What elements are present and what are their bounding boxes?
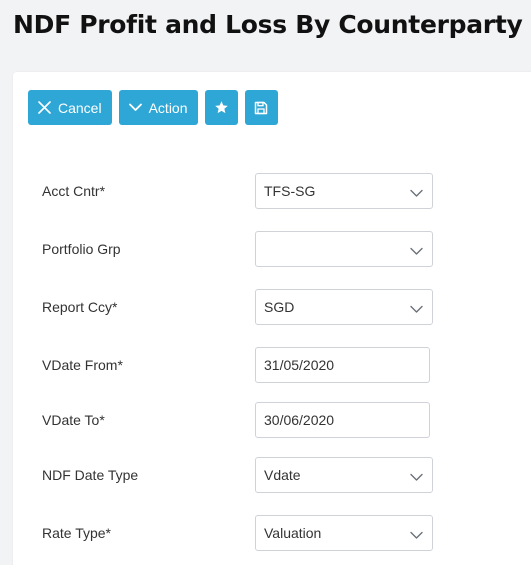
acct-cntr-value: TFS-SG: [264, 183, 316, 199]
chevron-down-icon: [410, 185, 423, 201]
report-ccy-label: Report Ccy*: [42, 299, 118, 315]
chevron-down-icon: [410, 469, 423, 485]
star-icon: [214, 100, 229, 115]
chevron-down-icon: [128, 103, 142, 112]
save-icon: [254, 101, 268, 115]
form-card: Cancel Action Acct Cntr* TFS-SG Portfoli…: [13, 72, 531, 565]
ndf-date-type-value: Vdate: [264, 467, 301, 483]
toolbar: Cancel Action: [28, 90, 278, 125]
cancel-label: Cancel: [58, 99, 102, 116]
report-ccy-value: SGD: [264, 299, 295, 315]
vdate-from-input[interactable]: 31/05/2020: [255, 347, 430, 383]
vdate-to-value: 30/06/2020: [264, 412, 335, 428]
save-button[interactable]: [244, 90, 278, 125]
acct-cntr-select[interactable]: TFS-SG: [255, 173, 433, 209]
rate-type-label: Rate Type*: [42, 525, 112, 541]
report-ccy-select[interactable]: SGD: [255, 289, 433, 325]
chevron-down-icon: [410, 243, 423, 259]
rate-type-select[interactable]: Valuation: [255, 515, 433, 551]
action-button[interactable]: Action: [118, 90, 198, 125]
vdate-to-input[interactable]: 30/06/2020: [255, 402, 430, 438]
cancel-button[interactable]: Cancel: [28, 90, 112, 125]
rate-type-value: Valuation: [264, 525, 322, 541]
chevron-down-icon: [410, 301, 423, 317]
page-title: NDF Profit and Loss By Counterparty: [13, 10, 523, 39]
acct-cntr-label: Acct Cntr*: [42, 183, 106, 199]
vdate-from-label: VDate From*: [42, 357, 123, 373]
portfolio-grp-select[interactable]: [255, 231, 433, 267]
chevron-down-icon: [410, 527, 423, 543]
portfolio-grp-label: Portfolio Grp: [42, 241, 121, 257]
vdate-to-label: VDate To*: [42, 412, 105, 428]
ndf-date-type-label: NDF Date Type: [42, 467, 139, 483]
action-label: Action: [148, 99, 188, 116]
ndf-date-type-select[interactable]: Vdate: [255, 457, 433, 493]
vdate-from-value: 31/05/2020: [264, 357, 335, 373]
favorite-button[interactable]: [204, 90, 238, 125]
close-icon: [38, 101, 51, 114]
